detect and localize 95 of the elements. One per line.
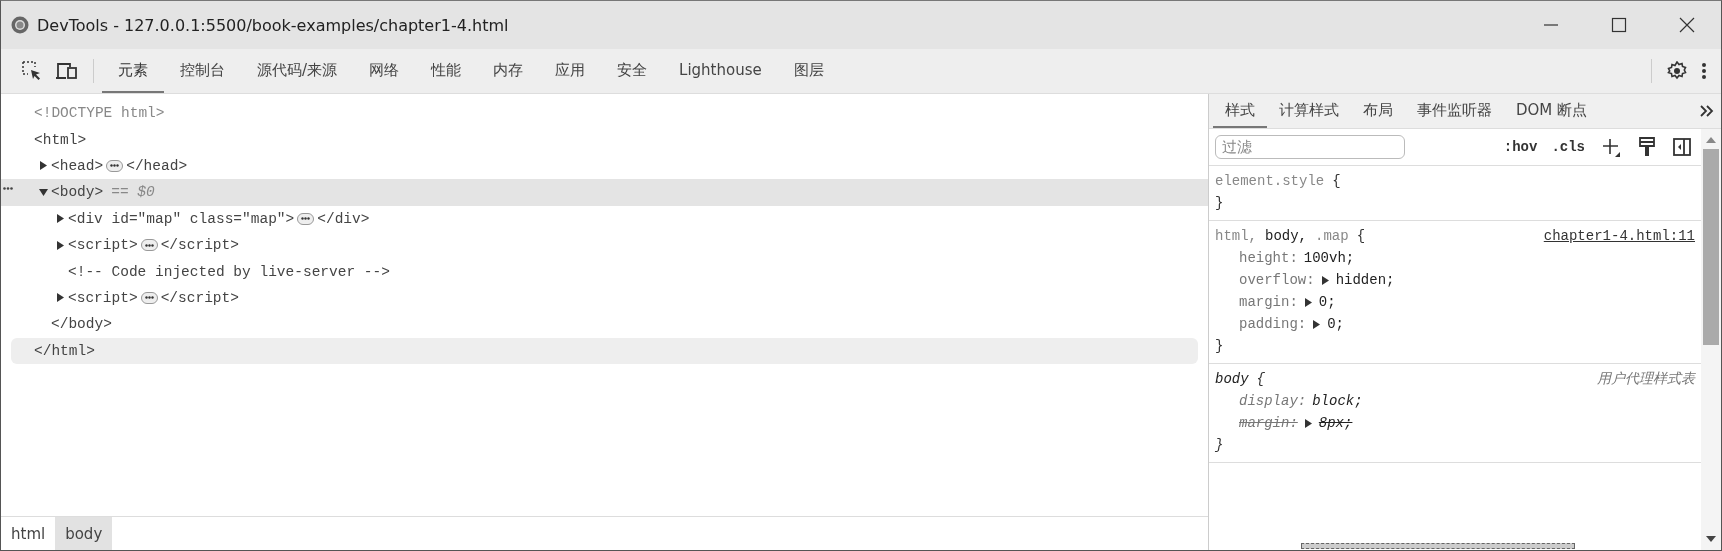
closing-tag[interactable]: </script> xyxy=(160,289,239,306)
sidebar-tab[interactable]: DOM 断点 xyxy=(1504,94,1600,128)
expand-triangle-icon[interactable] xyxy=(1303,418,1313,428)
expand-triangle-icon[interactable] xyxy=(55,293,65,303)
panel-tab[interactable]: 应用 xyxy=(539,49,602,93)
css-selector: element.style xyxy=(1215,173,1325,189)
stylesheet-origin-label: 用户代理样式表 xyxy=(1597,370,1695,388)
property-name[interactable]: height: xyxy=(1239,250,1298,266)
window-title: DevTools - 127.0.0.1:5500/book-examples/chapter1-4.html xyxy=(37,15,510,35)
css-selector: .map xyxy=(1315,228,1349,244)
closing-tag[interactable]: </script> xyxy=(160,237,239,254)
ellipsis-icon xyxy=(144,243,154,247)
minimize-icon xyxy=(1543,24,1559,26)
vertical-scrollbar[interactable] xyxy=(1701,129,1721,550)
resize-handle[interactable] xyxy=(1301,543,1575,549)
expand-triangle-icon[interactable] xyxy=(55,240,65,250)
property-value[interactable]: 0; xyxy=(1327,316,1345,332)
collapsed-content-button[interactable] xyxy=(140,239,158,252)
ellipsis-icon xyxy=(110,164,120,168)
filter-toggle-button[interactable]: :hov xyxy=(1501,139,1540,155)
filter-toggle-button[interactable]: .cls xyxy=(1549,139,1587,155)
more-options-icon[interactable] xyxy=(1701,62,1707,80)
breadcrumb-item[interactable]: body xyxy=(55,517,113,550)
paint-roller-icon[interactable] xyxy=(1639,137,1655,157)
close-brace: } xyxy=(1215,195,1224,211)
ellipsis-icon xyxy=(301,217,311,221)
collapsed-content-button[interactable] xyxy=(297,212,315,225)
more-dots-icon[interactable] xyxy=(3,187,13,191)
closing-tag[interactable]: </head> xyxy=(126,157,188,174)
sidebar-tab[interactable]: 样式 xyxy=(1213,94,1267,128)
close-brace: } xyxy=(1215,437,1224,453)
element-tag[interactable]: <script> xyxy=(68,237,138,254)
property-value[interactable]: 100vh; xyxy=(1303,250,1355,266)
settings-icon[interactable] xyxy=(1667,61,1687,81)
element-tag[interactable]: <div id="map" class="map"> xyxy=(68,210,295,227)
expand-triangle-icon[interactable] xyxy=(55,214,65,224)
collapse-triangle-icon[interactable] xyxy=(38,187,48,197)
panel-tab[interactable]: Lighthouse xyxy=(663,49,778,93)
property-name[interactable]: margin: xyxy=(1239,415,1298,431)
doctype-text: <!DOCTYPE html> xyxy=(34,105,165,122)
property-value[interactable]: 0; xyxy=(1318,294,1336,310)
collapsed-content-button[interactable] xyxy=(106,159,124,172)
property-value[interactable]: 8px; xyxy=(1318,415,1353,431)
property-value[interactable]: hidden; xyxy=(1335,272,1395,288)
element-tag[interactable]: <body> xyxy=(51,184,104,201)
app-icon xyxy=(11,16,29,34)
device-toggle-icon[interactable] xyxy=(56,62,78,80)
collapsed-content-button[interactable] xyxy=(140,291,158,304)
filter-field[interactable]: 过滤 xyxy=(1215,135,1405,159)
css-selector: html, xyxy=(1215,228,1257,244)
element-tag[interactable]: <html> xyxy=(34,131,87,148)
close-icon xyxy=(1679,17,1695,33)
property-name[interactable]: padding: xyxy=(1239,316,1307,332)
open-brace: { xyxy=(1256,371,1265,387)
css-selector: body xyxy=(1215,371,1249,387)
panel-tab[interactable]: 元素 xyxy=(102,49,164,93)
breadcrumb-item[interactable]: html xyxy=(1,517,56,550)
property-name[interactable]: overflow: xyxy=(1239,272,1315,288)
closing-tag[interactable]: </div> xyxy=(317,210,370,227)
close-brace: } xyxy=(1215,338,1224,354)
panel-tab[interactable]: 网络 xyxy=(353,49,416,93)
selected-node-note: == $0 xyxy=(111,184,155,201)
element-tag[interactable]: <head> xyxy=(51,157,104,174)
sidebar-tab[interactable]: 布局 xyxy=(1351,94,1405,128)
expand-triangle-icon[interactable] xyxy=(1312,319,1322,329)
expand-triangle-icon[interactable] xyxy=(1303,297,1313,307)
ellipsis-icon xyxy=(144,296,154,300)
element-tag[interactable]: <script> xyxy=(68,289,138,306)
closing-tag[interactable]: </body> xyxy=(51,316,112,333)
inspect-element-icon[interactable] xyxy=(22,61,42,81)
double-chevron-icon[interactable] xyxy=(1699,104,1715,118)
panel-tab[interactable]: 内存 xyxy=(477,49,540,93)
source-link[interactable]: chapter1-4.html:11 xyxy=(1543,228,1695,244)
panel-tab[interactable]: 安全 xyxy=(601,49,664,93)
panel-tab[interactable]: 源代码/来源 xyxy=(241,49,354,93)
maximize-icon xyxy=(1611,17,1627,33)
open-brace: { xyxy=(1356,228,1366,244)
expand-triangle-icon[interactable] xyxy=(38,161,48,171)
scroll-up-arrow-icon[interactable] xyxy=(1706,137,1716,143)
panel-tab[interactable]: 性能 xyxy=(415,49,478,93)
sidebar-tab[interactable]: 事件监听器 xyxy=(1405,94,1504,128)
plus-icon[interactable] xyxy=(1601,137,1621,157)
scroll-down-arrow-icon[interactable] xyxy=(1706,536,1716,542)
panel-tab[interactable]: 控制台 xyxy=(164,49,241,93)
css-selector: body, xyxy=(1265,228,1308,244)
expand-triangle-icon[interactable] xyxy=(1320,275,1330,285)
property-name[interactable]: margin: xyxy=(1239,294,1298,310)
property-value[interactable]: block; xyxy=(1312,393,1363,409)
property-name[interactable]: display: xyxy=(1239,393,1307,409)
open-brace: { xyxy=(1332,173,1341,189)
sidebar-tab[interactable]: 计算样式 xyxy=(1267,94,1351,128)
closing-tag[interactable]: </html> xyxy=(34,342,95,359)
comment-text: <!-- Code injected by live-server --> xyxy=(68,263,390,280)
panel-tab[interactable]: 图层 xyxy=(777,49,840,93)
sidebar-toggle-icon[interactable] xyxy=(1673,138,1691,156)
